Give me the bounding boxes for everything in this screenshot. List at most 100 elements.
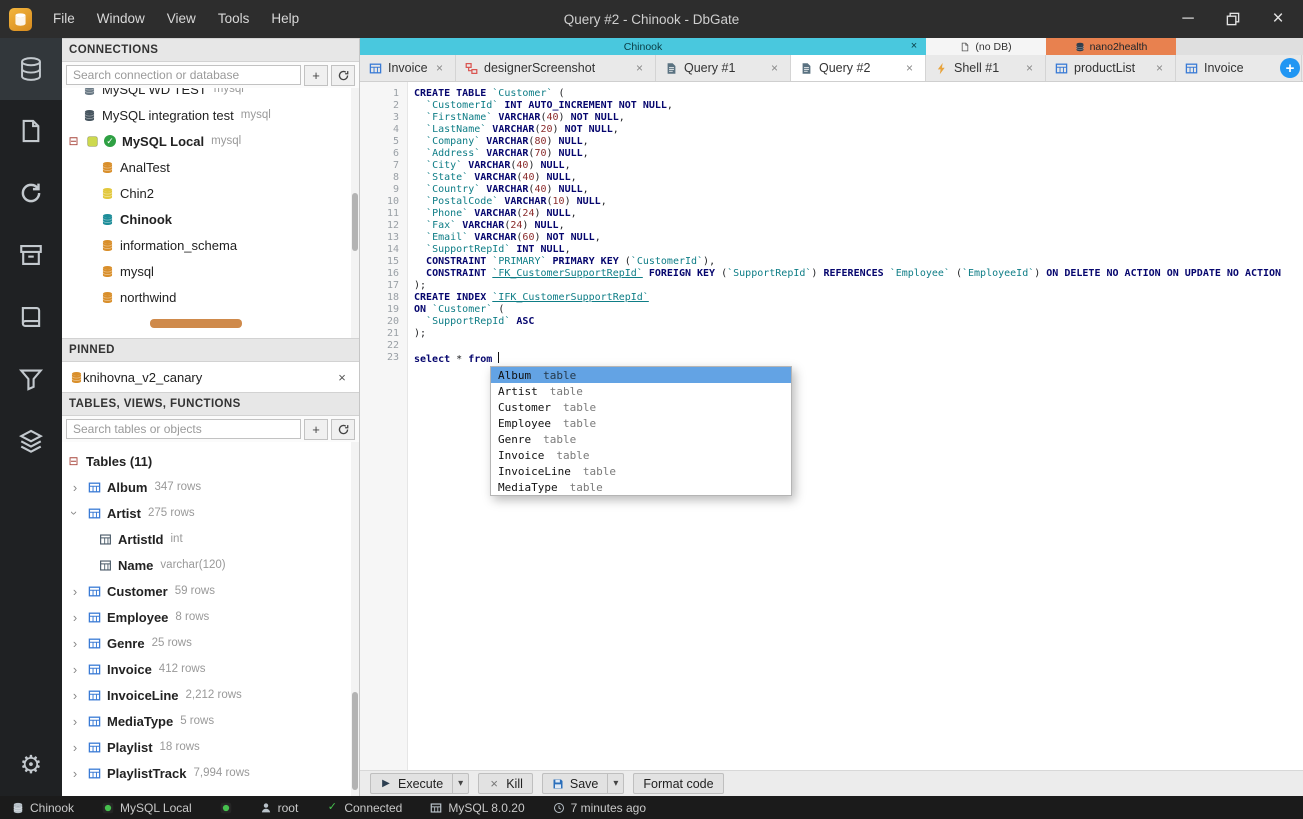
table-item[interactable]: › Customer 59 rows	[62, 578, 359, 604]
connections-scrollbar[interactable]	[351, 88, 359, 338]
kill-button[interactable]: × Kill	[478, 773, 533, 794]
table-item[interactable]: › Artist 275 rows	[62, 500, 359, 526]
rail-settings[interactable]: ⚙	[0, 734, 62, 796]
column-item[interactable]: Name varchar(120)	[62, 552, 359, 578]
rail-connections[interactable]	[0, 38, 62, 100]
close-tab-group-icon[interactable]: ×	[908, 40, 920, 52]
connection-item[interactable]: MySQL WD TEST mysql	[62, 88, 359, 102]
rail-history[interactable]	[0, 162, 62, 224]
rail-query-designer[interactable]	[0, 348, 62, 410]
table-item[interactable]: › Genre 25 rows	[62, 630, 359, 656]
add-table-button[interactable]: +	[304, 418, 328, 440]
expand-chevron-icon[interactable]: ›	[68, 766, 82, 780]
column-item[interactable]: ArtistId int	[62, 526, 359, 552]
expand-chevron-icon[interactable]: ›	[68, 740, 82, 754]
refresh-connections-button[interactable]	[331, 64, 355, 86]
database-item[interactable]: mysql	[62, 258, 359, 284]
autocomplete-item[interactable]: Customer table	[491, 399, 791, 415]
database-item[interactable]: Chinook	[62, 206, 359, 232]
save-dropdown-button[interactable]: ▾	[607, 773, 625, 794]
rail-archive[interactable]	[0, 224, 62, 286]
autocomplete-item[interactable]: InvoiceLine table	[491, 463, 791, 479]
collapse-icon[interactable]: ⊟	[67, 455, 80, 468]
add-connection-button[interactable]: +	[304, 64, 328, 86]
menu-window[interactable]: Window	[86, 0, 156, 38]
menu-help[interactable]: Help	[260, 0, 310, 38]
menu-tools[interactable]: Tools	[207, 0, 261, 38]
status-root[interactable]: root	[260, 801, 298, 815]
database-item[interactable]: information_schema	[62, 232, 359, 258]
refresh-tables-button[interactable]	[331, 418, 355, 440]
connection-item[interactable]: MySQL integration test mysql	[62, 102, 359, 128]
autocomplete-item[interactable]: Invoice table	[491, 447, 791, 463]
scrollbar-thumb[interactable]	[352, 692, 358, 790]
tab-query-2[interactable]: Query #2 ×	[791, 55, 926, 81]
collapse-icon[interactable]: ⊟	[67, 135, 80, 148]
menu-file[interactable]: File	[42, 0, 86, 38]
expand-chevron-icon[interactable]: ›	[68, 506, 83, 520]
tab-group-nano2health[interactable]: nano2health	[1046, 38, 1176, 55]
tab-shell-1[interactable]: Shell #1 ×	[926, 55, 1046, 81]
tab-group-no-db[interactable]: (no DB)	[926, 38, 1046, 55]
execute-button[interactable]: ▶ Execute	[370, 773, 453, 794]
menu-view[interactable]: View	[156, 0, 207, 38]
close-tab-icon[interactable]: ×	[1153, 62, 1166, 75]
database-item[interactable]: AnalTest	[62, 154, 359, 180]
minimize-button[interactable]: ─	[1179, 10, 1197, 28]
table-item[interactable]: › Invoice 412 rows	[62, 656, 359, 682]
table-item[interactable]: › PlaylistTrack 7,994 rows	[62, 760, 359, 786]
close-tab-icon[interactable]: ×	[768, 62, 781, 75]
autocomplete-item[interactable]: Album table	[491, 367, 791, 383]
expand-chevron-icon[interactable]: ›	[68, 688, 82, 702]
sql-editor[interactable]: 1 CREATE TABLE `Customer` (2 `CustomerId`…	[360, 82, 1303, 770]
tab-group-chinook[interactable]: Chinook ×	[360, 38, 926, 55]
database-item[interactable]: Chin2	[62, 180, 359, 206]
expand-chevron-icon[interactable]: ›	[68, 714, 82, 728]
restore-button[interactable]	[1224, 10, 1242, 28]
table-item[interactable]: › MediaType 5 rows	[62, 708, 359, 734]
connection-item[interactable]: ⊟ ✓ MySQL Local mysql	[62, 128, 359, 154]
status-chinook[interactable]: Chinook	[12, 801, 74, 815]
new-tab-button[interactable]: +	[1280, 58, 1300, 78]
status-led[interactable]	[220, 802, 232, 814]
execute-dropdown-button[interactable]: ▾	[452, 773, 470, 794]
pinned-item[interactable]: knihovna_v2_canary ×	[62, 362, 359, 392]
rail-plugins[interactable]	[0, 410, 62, 472]
close-tab-icon[interactable]: ×	[633, 62, 646, 75]
unpin-icon[interactable]: ×	[335, 370, 349, 384]
save-button[interactable]: Save	[541, 773, 608, 794]
scrollbar-thumb[interactable]	[352, 193, 358, 251]
database-item[interactable]: northwind	[62, 284, 359, 310]
status-mysql-8-0-20[interactable]: MySQL 8.0.20	[430, 801, 525, 815]
autocomplete-item[interactable]: Genre table	[491, 431, 791, 447]
expand-chevron-icon[interactable]: ›	[68, 480, 82, 494]
tab-invoice[interactable]: Invoice ×	[360, 55, 456, 81]
status-mysql-local[interactable]: MySQL Local	[102, 801, 192, 815]
tables-root[interactable]: ⊟ Tables (11)	[62, 448, 359, 474]
expand-chevron-icon[interactable]: ›	[68, 584, 82, 598]
status-connected[interactable]: ✓ Connected	[326, 801, 403, 815]
table-item[interactable]: › InvoiceLine 2,212 rows	[62, 682, 359, 708]
table-item[interactable]: › Playlist 18 rows	[62, 734, 359, 760]
expand-chevron-icon[interactable]: ›	[68, 662, 82, 676]
connections-search-input[interactable]	[66, 65, 301, 85]
tab-query-1[interactable]: Query #1 ×	[656, 55, 791, 81]
status-7-minutes-ago[interactable]: 7 minutes ago	[553, 801, 646, 815]
close-window-button[interactable]: ×	[1269, 8, 1287, 29]
rail-documentation[interactable]	[0, 286, 62, 348]
table-item[interactable]: › Employee 8 rows	[62, 604, 359, 630]
close-tab-icon[interactable]: ×	[1023, 62, 1036, 75]
autocomplete-item[interactable]: MediaType table	[491, 479, 791, 495]
tables-search-input[interactable]	[66, 419, 301, 439]
rail-files[interactable]	[0, 100, 62, 162]
table-item[interactable]: › Album 347 rows	[62, 474, 359, 500]
tab-designerscreenshot[interactable]: designerScreenshot ×	[456, 55, 656, 81]
expand-chevron-icon[interactable]: ›	[68, 636, 82, 650]
expand-chevron-icon[interactable]: ›	[68, 610, 82, 624]
tab-productlist[interactable]: productList ×	[1046, 55, 1176, 81]
close-tab-icon[interactable]: ×	[903, 62, 916, 75]
autocomplete-item[interactable]: Artist table	[491, 383, 791, 399]
autocomplete-item[interactable]: Employee table	[491, 415, 791, 431]
close-tab-icon[interactable]: ×	[433, 62, 446, 75]
format-code-button[interactable]: Format code	[633, 773, 724, 794]
